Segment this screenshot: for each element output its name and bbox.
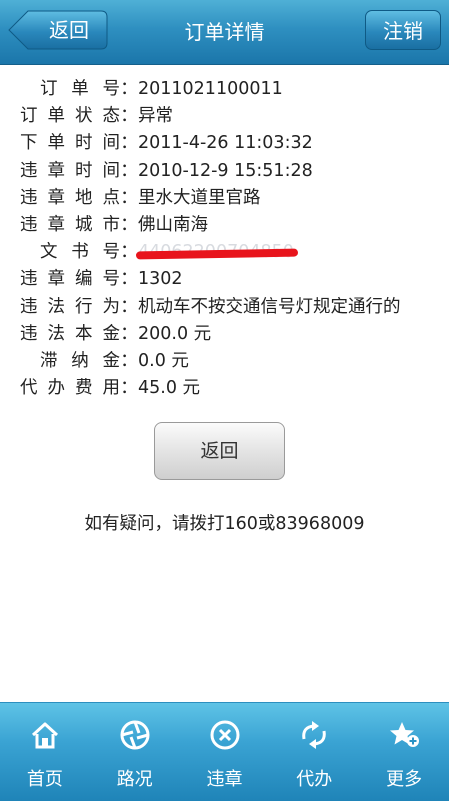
- contact-hint: 如有疑问，请拨打160或83968009: [84, 514, 365, 534]
- detail-separator: ：: [120, 106, 138, 127]
- detail-value: 异常: [138, 106, 173, 127]
- detail-separator: ：: [120, 133, 138, 154]
- header-bar: 返回 订单详情 注销: [0, 0, 449, 65]
- detail-separator: ：: [120, 242, 138, 263]
- detail-separator: ：: [120, 79, 138, 99]
- detail-label: 违章城市: [20, 214, 120, 235]
- tab-label: 路况: [116, 769, 153, 790]
- detail-label: 违章时间: [20, 160, 120, 181]
- detail-value: 佛山南海: [138, 214, 208, 235]
- home-icon: [31, 722, 59, 749]
- tab-violation[interactable]: 违章: [180, 703, 270, 801]
- tab-more[interactable]: 更多: [359, 703, 449, 801]
- detail-separator: ：: [120, 296, 138, 317]
- detail-separator: ：: [120, 269, 138, 290]
- detail-row-violation-act: 违法行为：机动车不按交通信号灯规定通行的: [0, 294, 449, 321]
- detail-label: 违章编号: [20, 269, 120, 290]
- detail-row-violation-place: 违章地点：里水大道里官路: [0, 185, 449, 212]
- detail-value: 2011-4-26 11:03:32: [138, 133, 313, 154]
- detail-row-fine-principal: 违法本金：200.0 元: [0, 321, 449, 348]
- detail-value: 里水大道里官路: [138, 187, 261, 208]
- tab-label: 违章: [206, 769, 243, 790]
- tab-label: 更多: [386, 769, 423, 790]
- bottom-tab-bar: 首页 路况 违章 代办 更多: [0, 702, 449, 801]
- detail-value: 2011021100011: [138, 79, 283, 99]
- detail-label: 违法本金: [20, 323, 120, 344]
- detail-label: 滞纳金: [40, 350, 120, 371]
- close-circle-icon: [210, 720, 240, 750]
- tab-agent[interactable]: 代办: [269, 703, 359, 801]
- detail-value: 机动车不按交通信号灯规定通行的: [138, 296, 401, 317]
- detail-row-order-status: 订单状态：异常: [0, 103, 449, 130]
- return-button[interactable]: 返回: [154, 422, 285, 480]
- detail-value: 2010-12-9 15:51:28: [138, 160, 313, 181]
- order-details: 订单号：2011021100011 订单状态：异常 下单时间：2011-4-26…: [0, 76, 449, 402]
- detail-row-violation-time: 违章时间：2010-12-9 15:51:28: [0, 158, 449, 185]
- tab-home[interactable]: 首页: [0, 703, 90, 801]
- star-plus-icon: [390, 722, 420, 747]
- detail-row-order-no: 订单号：2011021100011: [0, 76, 449, 103]
- detail-value: 1302: [138, 269, 183, 290]
- detail-row-violation-city: 违章城市：佛山南海: [0, 212, 449, 239]
- detail-label: 文书号: [40, 242, 120, 263]
- detail-label: 订单号: [40, 79, 120, 99]
- detail-value: 45.0 元: [138, 378, 201, 399]
- tab-label: 首页: [26, 769, 63, 790]
- logout-button[interactable]: 注销: [365, 10, 441, 50]
- redacted-value: 44062200704850: [138, 239, 294, 266]
- detail-label: 下单时间: [20, 133, 120, 154]
- detail-label: 订单状态: [20, 106, 120, 127]
- detail-label: 违法行为: [20, 296, 120, 317]
- detail-label: 违章地点: [20, 187, 120, 208]
- detail-row-late-fee: 滞纳金：0.0 元: [0, 348, 449, 375]
- detail-row-violation-code: 违章编号：1302: [0, 266, 449, 293]
- tab-traffic[interactable]: 路况: [90, 703, 180, 801]
- detail-value: 200.0 元: [138, 323, 212, 344]
- refresh-arrows-icon: [302, 721, 327, 749]
- detail-row-service-fee: 代办费用：45.0 元: [0, 375, 449, 402]
- detail-value: 0.0 元: [138, 350, 189, 371]
- detail-separator: ：: [120, 214, 138, 235]
- aperture-icon: [120, 720, 150, 750]
- detail-separator: ：: [120, 350, 138, 371]
- detail-row-order-time: 下单时间：2011-4-26 11:03:32: [0, 130, 449, 157]
- detail-separator: ：: [120, 323, 138, 344]
- detail-label: 代办费用: [20, 378, 120, 399]
- detail-separator: ：: [120, 378, 138, 399]
- detail-separator: ：: [120, 160, 138, 181]
- detail-separator: ：: [120, 187, 138, 208]
- detail-row-document-no: 文书号：44062200704850: [0, 239, 449, 266]
- tab-label: 代办: [296, 769, 333, 790]
